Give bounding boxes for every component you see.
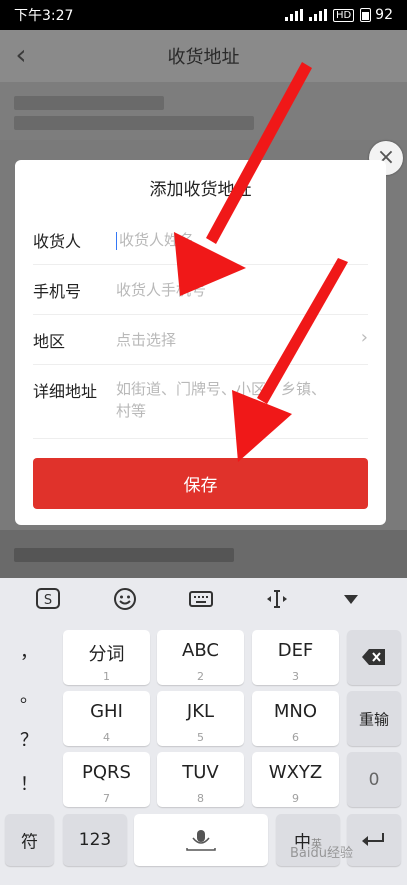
key-main: JKL [186,701,215,722]
zero-label: 0 [368,769,380,790]
number-key[interactable]: 123 [63,814,127,866]
key-7[interactable]: PQRS 7 [63,752,150,807]
keyboard-switch-icon[interactable] [186,586,216,616]
status-icons: HD 92 [284,7,393,23]
cursor-move-icon[interactable] [262,586,292,616]
signal-2-icon [308,9,327,21]
key-8[interactable]: TUV 8 [157,752,244,807]
detail-address-input[interactable]: 如街道、门牌号、小区、乡镇、村等 [116,378,336,422]
key-main: ABC [182,640,219,661]
punctuation-key[interactable]: ， [0,638,58,664]
keyboard: S ， 。 ？ ！ 分词 1 ABC 2 DEF 3 GHI 4 JKL 5 M… [0,578,407,885]
key-sub: 7 [103,792,110,805]
key-sub: 4 [103,731,110,744]
status-time: 下午3:27 [14,8,74,24]
field-label: 收货人 [33,232,82,251]
key-sub: 3 [292,670,299,683]
backspace-icon [362,649,385,665]
receiver-placeholder: 收货人姓名 [119,231,195,249]
field-label: 地区 [33,332,66,351]
enter-key[interactable] [347,814,401,866]
signal-icon [284,9,303,21]
key-main: WXYZ [268,762,323,783]
keyboard-toolbar: S [0,578,407,624]
phone-input[interactable]: 收货人手机号 [116,279,206,300]
symbol-label: 符 [21,832,38,853]
receiver-input[interactable]: 收货人姓名 [116,229,194,250]
bg-address-card-1 [0,82,407,140]
collapse-keyboard-icon[interactable] [336,586,366,616]
key-9[interactable]: WXYZ 9 [252,752,339,807]
space-key[interactable] [134,814,268,866]
backspace-key[interactable] [347,630,401,685]
key-2[interactable]: ABC 2 [157,630,244,685]
key-main: TUV [182,762,219,783]
key-sub: 9 [292,792,299,805]
zero-key[interactable]: 0 [347,752,401,807]
field-receiver[interactable]: 收货人 收货人姓名 [33,214,368,265]
dialog-title: 添加收货地址 [149,180,252,200]
reenter-label: 重输 [358,710,389,728]
battery-icon: 92 [360,7,393,23]
add-address-dialog: 添加收货地址 收货人 收货人姓名 手机号 收货人手机号 地区 点击选择 › 详细… [15,160,386,525]
key-main: MNO [273,701,318,722]
svg-text:S: S [44,593,52,608]
text-cursor [116,231,117,250]
key-1[interactable]: 分词 1 [63,630,150,685]
key-main: DEF [277,640,314,661]
key-main: 分词 [88,644,125,665]
save-button[interactable]: 保存 [33,458,368,509]
enter-icon [362,833,384,846]
number-label: 123 [78,830,112,850]
punctuation-key[interactable]: 。 [0,682,58,708]
key-3[interactable]: DEF 3 [252,630,339,685]
key-main: PQRS [82,762,131,783]
page-title: 收货地址 [167,47,240,68]
bg-text-line [14,116,254,130]
page-header: ‹ 收货地址 [0,30,407,82]
punctuation-key[interactable]: ？ [0,726,58,752]
sogou-logo-icon[interactable]: S [33,586,63,616]
punctuation-column: ， 。 ？ ！ [0,624,58,808]
watermark: Baidu经验 [290,846,353,861]
status-bar: 下午3:27 HD 92 [0,0,407,30]
key-sub: 5 [197,731,204,744]
bg-text-line [14,96,164,110]
bg-text-line [14,548,234,562]
key-6[interactable]: MNO 6 [252,691,339,746]
chevron-right-icon: › [360,327,368,348]
field-label: 详细地址 [33,382,98,401]
field-label: 手机号 [33,282,82,301]
microphone-icon [186,830,216,851]
key-5[interactable]: JKL 5 [157,691,244,746]
field-region[interactable]: 地区 点击选择 › [33,314,368,365]
key-4[interactable]: GHI 4 [63,691,150,746]
back-icon[interactable]: ‹ [6,38,36,72]
region-selector[interactable]: 点击选择 [116,329,176,350]
punctuation-key[interactable]: ！ [0,770,58,796]
battery-level: 92 [375,7,393,23]
key-sub: 2 [197,670,204,683]
field-phone[interactable]: 手机号 收货人手机号 [33,264,368,315]
field-detail-address[interactable]: 详细地址 如街道、门牌号、小区、乡镇、村等 [33,364,368,439]
symbol-key[interactable]: 符 [5,814,54,866]
emoji-icon[interactable] [110,586,140,616]
key-sub: 1 [103,670,110,683]
key-main: GHI [90,701,123,722]
key-sub: 6 [292,731,299,744]
reenter-key[interactable]: 重输 [347,691,401,746]
network-label: HD [332,8,355,22]
key-sub: 8 [197,792,204,805]
